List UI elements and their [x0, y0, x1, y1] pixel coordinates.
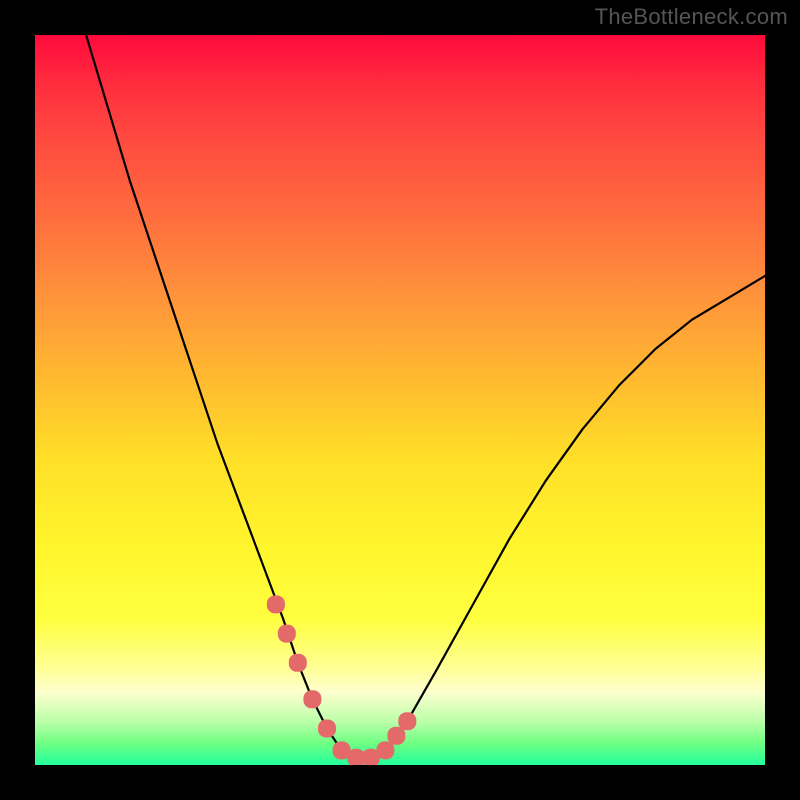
plot-area — [35, 35, 765, 765]
highlight-marker — [289, 654, 307, 672]
highlight-marker — [303, 690, 321, 708]
bottleneck-curve — [35, 35, 765, 765]
highlight-marker — [318, 720, 336, 738]
chart-root: TheBottleneck.com — [0, 0, 800, 800]
highlight-marker — [398, 712, 416, 730]
highlight-marker — [387, 727, 405, 745]
watermark-text: TheBottleneck.com — [595, 4, 788, 30]
highlight-marker — [376, 741, 394, 759]
highlight-marker — [278, 625, 296, 643]
highlight-marker — [267, 595, 285, 613]
